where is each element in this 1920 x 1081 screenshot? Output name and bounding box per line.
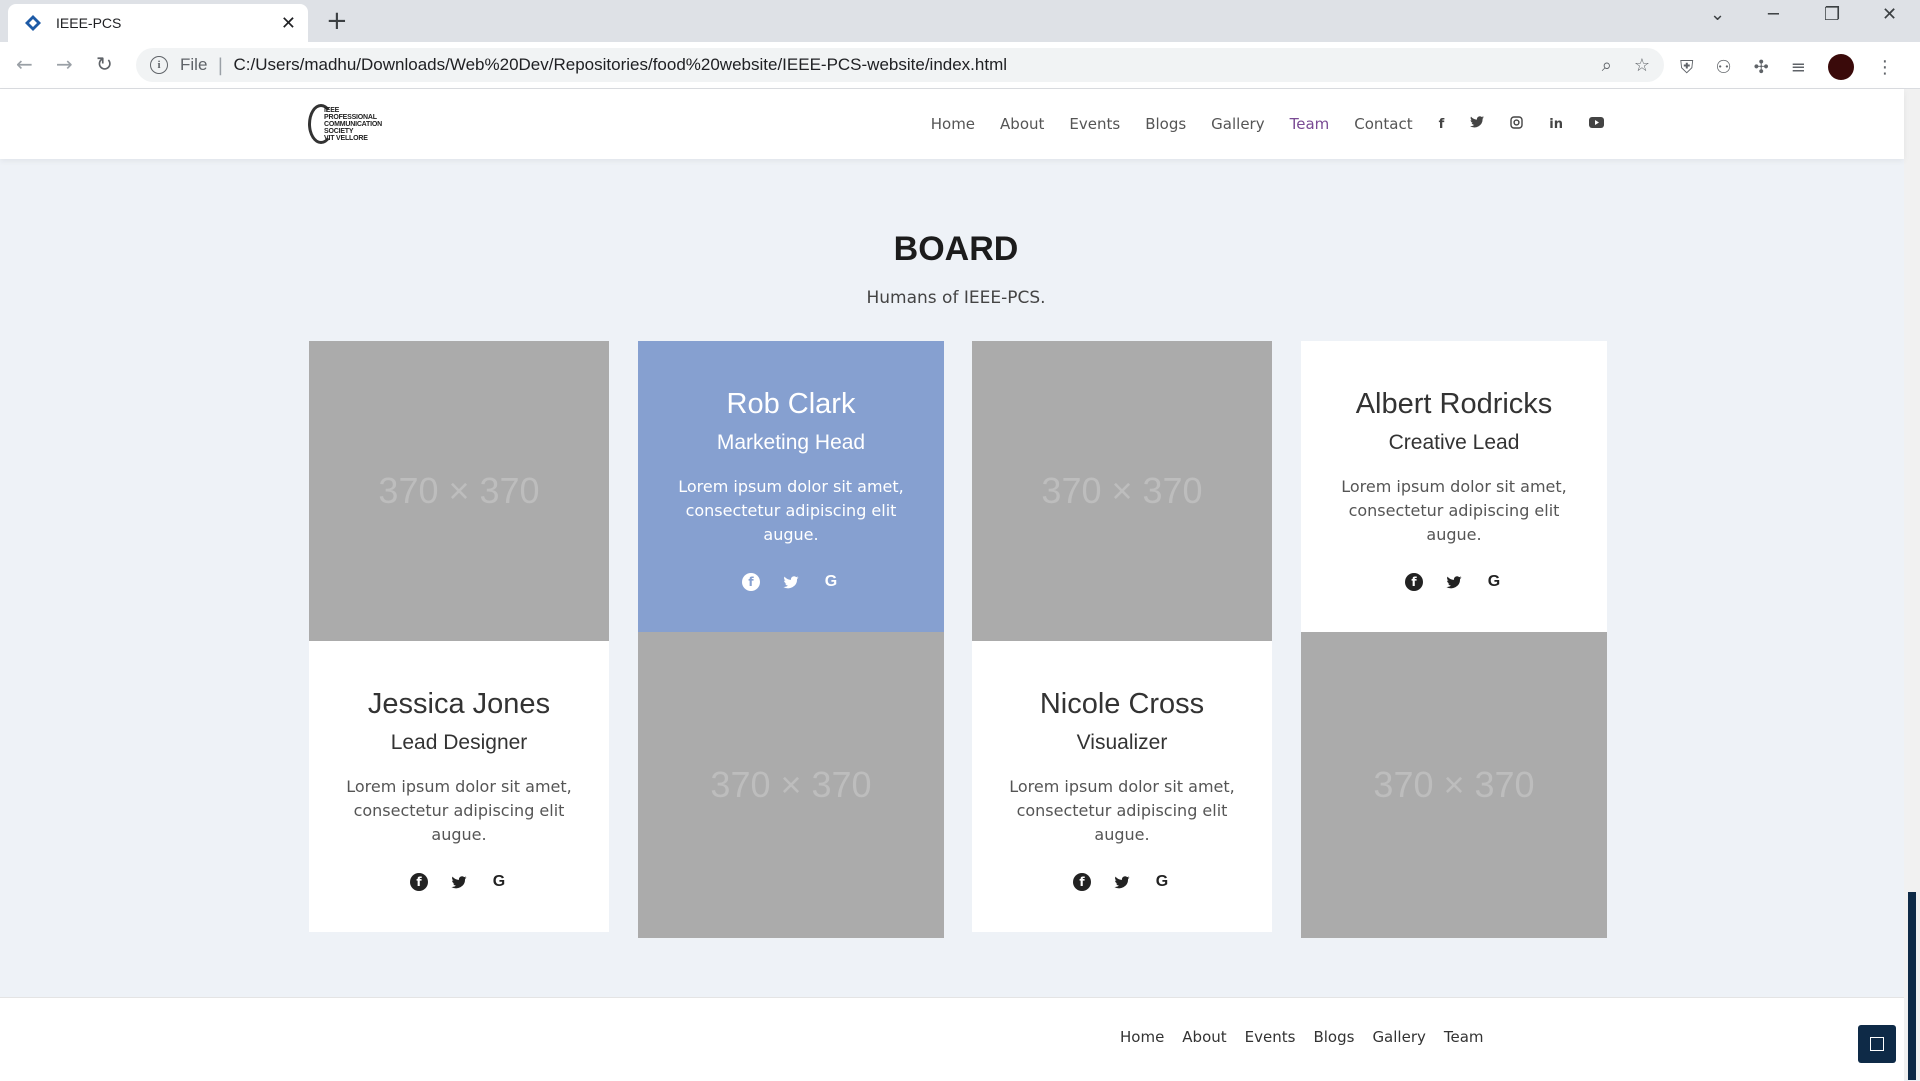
url-text[interactable]: C:/Users/madhu/Downloads/Web%20Dev/Repos…: [233, 55, 1007, 75]
linkedin-icon[interactable]: in: [1549, 117, 1563, 132]
browser-toolbar: ← → ↻ i File | C:/Users/madhu/Downloads/…: [0, 42, 1920, 89]
member-photo-placeholder: 370 × 370: [972, 341, 1272, 641]
member-description: Lorem ipsum dolor sit amet, consectetur …: [1341, 477, 1567, 544]
tab-search-icon[interactable]: ⌄: [1710, 4, 1725, 25]
nav-team[interactable]: Team: [1290, 115, 1330, 133]
twitter-icon[interactable]: [1470, 116, 1485, 132]
footer-nav: Home About Events Blogs Gallery Team: [1120, 1028, 1484, 1046]
extensions-puzzle-icon[interactable]: ✣: [1754, 57, 1769, 78]
instagram-icon[interactable]: [1510, 115, 1523, 133]
footer-link-team[interactable]: Team: [1444, 1028, 1484, 1046]
main-nav: Home About Events Blogs Gallery Team Con…: [906, 89, 1604, 159]
nav-blogs[interactable]: Blogs: [1145, 115, 1186, 133]
member-description: Lorem ipsum dolor sit amet, consectetur …: [346, 777, 572, 844]
logo-text: IEEE PROFESSIONAL COMMUNICATION SOCIETY …: [324, 106, 382, 142]
member-role: Marketing Head: [716, 431, 866, 454]
google-icon[interactable]: G: [490, 873, 508, 891]
google-icon[interactable]: G: [1485, 573, 1503, 591]
google-icon[interactable]: G: [822, 573, 840, 591]
back-to-top-icon: [1870, 1037, 1884, 1051]
close-tab-icon[interactable]: ✕: [281, 13, 296, 34]
back-icon[interactable]: ←: [16, 52, 33, 76]
member-name: Nicole Cross: [1039, 688, 1205, 720]
nav-events[interactable]: Events: [1069, 115, 1120, 133]
profile-avatar[interactable]: [1827, 54, 1854, 80]
twitter-icon[interactable]: [782, 573, 800, 591]
member-role: Creative Lead: [1388, 431, 1520, 454]
minimize-icon[interactable]: ─: [1768, 4, 1779, 25]
ieee-favicon-icon: [24, 14, 42, 32]
browser-menu-icon[interactable]: ⋮: [1876, 57, 1894, 78]
address-bar[interactable]: i File | C:/Users/madhu/Downloads/Web%20…: [136, 48, 1664, 82]
member-name: Jessica Jones: [367, 688, 551, 720]
footer-link-gallery[interactable]: Gallery: [1372, 1028, 1425, 1046]
footer-link-home[interactable]: Home: [1120, 1028, 1164, 1046]
omnibox-divider: |: [217, 54, 224, 76]
member-card-jessica-jones: Jessica Jones Lead Designer Lorem ipsum …: [309, 641, 609, 932]
nav-gallery[interactable]: Gallery: [1211, 115, 1264, 133]
close-window-icon[interactable]: ✕: [1882, 4, 1897, 25]
member-card-albert-rodricks: Albert Rodricks Creative Lead Lorem ipsu…: [1301, 341, 1607, 632]
facebook-icon[interactable]: f: [1405, 573, 1423, 591]
nav-contact[interactable]: Contact: [1354, 115, 1412, 133]
twitter-icon[interactable]: [450, 873, 468, 891]
site-info-icon[interactable]: i: [150, 56, 168, 74]
site-footer: Home About Events Blogs Gallery Team: [0, 997, 1904, 1081]
footer-link-events[interactable]: Events: [1245, 1028, 1296, 1046]
section-title: BOARD: [893, 230, 1019, 268]
google-icon[interactable]: G: [1153, 873, 1171, 891]
member-name: Rob Clark: [726, 388, 856, 420]
twitter-icon[interactable]: [1445, 573, 1463, 591]
reload-icon[interactable]: ↻: [96, 52, 113, 76]
member-photo-placeholder: 370 × 370: [638, 632, 944, 938]
member-role: Visualizer: [1076, 731, 1168, 754]
nav-about[interactable]: About: [1000, 115, 1044, 133]
browser-tab-strip: IEEE-PCS ✕ + ⌄ ─ ❐ ✕: [0, 0, 1920, 42]
zoom-icon[interactable]: ⌕: [1602, 55, 1612, 76]
facebook-icon[interactable]: f: [1439, 117, 1445, 132]
site-header: IEEE PROFESSIONAL COMMUNICATION SOCIETY …: [0, 89, 1904, 159]
restore-icon[interactable]: ❐: [1824, 4, 1840, 25]
new-tab-icon[interactable]: +: [326, 6, 348, 36]
section-subtitle: Humans of IEEE-PCS.: [866, 288, 1046, 308]
forward-icon[interactable]: →: [56, 52, 73, 76]
ieee-pcs-logo[interactable]: IEEE PROFESSIONAL COMMUNICATION SOCIETY …: [308, 103, 408, 145]
member-card-nicole-cross: Nicole Cross Visualizer Lorem ipsum dolo…: [972, 641, 1272, 932]
tab-title: IEEE-PCS: [56, 15, 122, 31]
bookmark-star-icon[interactable]: ☆: [1634, 55, 1650, 76]
facebook-icon[interactable]: f: [410, 873, 428, 891]
extension-shield-icon[interactable]: ⛨: [1680, 57, 1694, 78]
browser-tab[interactable]: IEEE-PCS ✕: [8, 4, 308, 42]
twitter-icon[interactable]: [1113, 873, 1131, 891]
member-name: Albert Rodricks: [1355, 388, 1553, 420]
facebook-icon[interactable]: f: [1073, 873, 1091, 891]
member-description: Lorem ipsum dolor sit amet, consectetur …: [1009, 777, 1235, 844]
youtube-icon[interactable]: [1589, 116, 1604, 132]
member-card-rob-clark: Rob Clark Marketing Head Lorem ipsum dol…: [638, 341, 944, 632]
scrollbar-thumb[interactable]: [1908, 892, 1916, 1080]
footer-link-blogs[interactable]: Blogs: [1313, 1028, 1354, 1046]
footer-link-about[interactable]: About: [1182, 1028, 1226, 1046]
member-photo-placeholder: 370 × 370: [1301, 632, 1607, 938]
scheme-label: File: [180, 55, 208, 74]
member-role: Lead Designer: [390, 731, 528, 754]
facebook-icon[interactable]: f: [742, 573, 760, 591]
member-description: Lorem ipsum dolor sit amet, consectetur …: [678, 477, 904, 544]
member-photo-placeholder: 370 × 370: [309, 341, 609, 641]
back-to-top-button[interactable]: [1858, 1025, 1896, 1063]
media-control-icon[interactable]: ≡: [1791, 57, 1806, 78]
nav-home[interactable]: Home: [931, 115, 975, 133]
extension-user-icon[interactable]: ⚇: [1716, 57, 1732, 78]
